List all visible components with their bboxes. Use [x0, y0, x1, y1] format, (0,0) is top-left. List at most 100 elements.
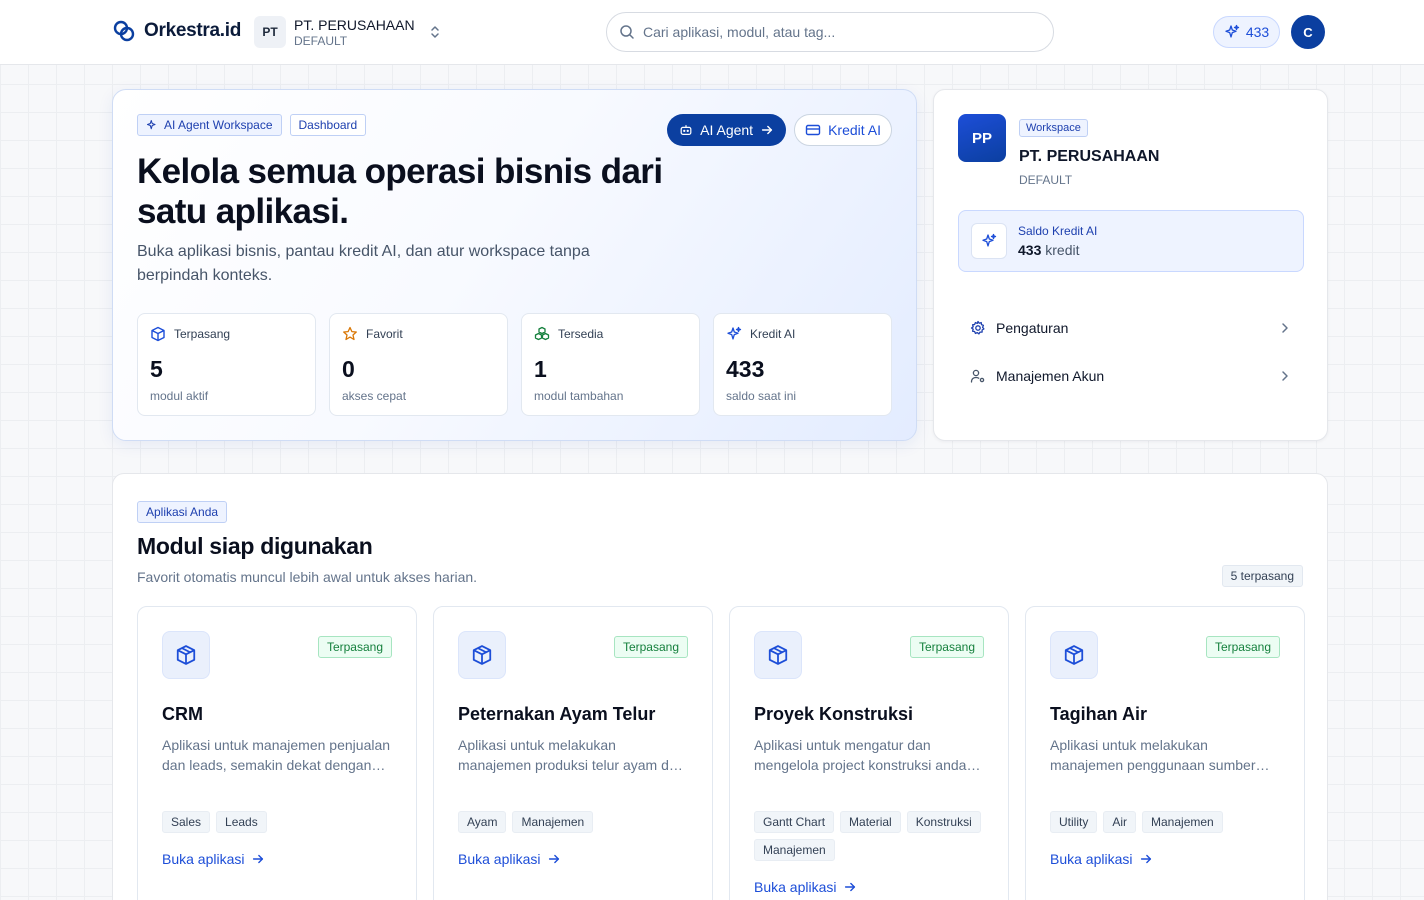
app-icon	[1050, 631, 1098, 679]
kredit-ai-button[interactable]: Kredit AI	[794, 114, 892, 146]
sparkles-icon	[146, 119, 156, 130]
status-badge: Terpasang	[613, 636, 688, 658]
box-icon	[176, 645, 196, 665]
search-input[interactable]	[643, 24, 1053, 40]
ai-agent-workspace-tag: AI Agent Workspace	[137, 114, 282, 136]
stat-tersedia: Tersedia 1 modul tambahan	[521, 313, 700, 416]
box-icon	[472, 645, 492, 665]
chevron-right-icon	[1282, 323, 1288, 333]
dashboard-tag: Dashboard	[289, 114, 367, 136]
app-tags: Utility Air Manajemen	[1050, 811, 1290, 833]
chevron-right-icon	[1282, 371, 1288, 381]
open-app-link[interactable]: Buka aplikasi	[458, 851, 561, 867]
app-card-crm[interactable]: Terpasang CRM Aplikasi untuk manajemen p…	[137, 606, 417, 900]
star-icon	[343, 326, 357, 341]
app-cards: Terpasang CRM Aplikasi untuk manajemen p…	[137, 606, 1305, 900]
installed-count-badge: 5 terpasang	[1221, 565, 1303, 587]
search-box[interactable]	[606, 12, 1054, 52]
ai-agent-button[interactable]: AI Agent	[667, 114, 787, 146]
org-switcher[interactable]: PT PT. PERUSAHAAN DEFAULT	[254, 16, 441, 48]
credit-count: 433	[1245, 24, 1270, 40]
workspace-avatar: PP	[958, 114, 1006, 162]
credit-label: Saldo Kredit AI	[1018, 224, 1098, 238]
hero-subtitle: Buka aplikasi bisnis, pantau kredit AI, …	[137, 243, 590, 284]
sparkles-icon	[982, 233, 997, 247]
box-icon	[768, 645, 788, 665]
status-badge: Terpasang	[1205, 636, 1280, 658]
menu-item-manajemen-akun[interactable]: Manajemen Akun	[958, 352, 1304, 400]
credit-balance-box: Saldo Kredit AI 433 kredit	[958, 210, 1304, 272]
apps-section: Aplikasi Anda Modul siap digunakan Favor…	[112, 473, 1328, 900]
stat-favorit: Favorit 0 akses cepat	[329, 313, 508, 416]
app-tags: Ayam Manajemen	[458, 811, 698, 833]
stat-value: 433	[726, 356, 765, 382]
app-tags: Sales Leads	[162, 811, 402, 833]
stat-kredit-ai: Kredit AI 433 saldo saat ini	[713, 313, 892, 416]
chevrons-up-down-icon	[430, 26, 439, 38]
credit-card-icon	[805, 124, 821, 136]
workspace-tag: Workspace	[1019, 119, 1088, 137]
arrow-right-icon	[762, 125, 773, 135]
status-badge: Terpasang	[909, 636, 984, 658]
app-title: Peternakan Ayam Telur	[458, 704, 656, 724]
tag-chip: Material	[840, 811, 901, 833]
box-icon	[1064, 645, 1084, 665]
app-icon	[458, 631, 506, 679]
brand-logo[interactable]: Orkestra.id	[112, 19, 241, 43]
app-description: Aplikasi untuk melakukan manajemen pengg…	[1050, 737, 1256, 773]
app-card-proyek-konstruksi[interactable]: Terpasang Proyek Konstruksi Aplikasi unt…	[729, 606, 1009, 900]
menu-item-pengaturan[interactable]: Pengaturan	[958, 304, 1304, 352]
gear-icon	[970, 320, 985, 335]
app-title: Tagihan Air	[1050, 704, 1148, 724]
orkestra-logo-icon	[113, 20, 135, 42]
app-card-peternakan-ayam-telur[interactable]: Terpasang Peternakan Ayam Telur Aplikasi…	[433, 606, 713, 900]
credit-value: 433 kredit	[1018, 242, 1080, 258]
stat-caption: modul aktif	[150, 389, 209, 403]
stat-caption: modul tambahan	[534, 389, 624, 403]
app-description: Aplikasi untuk mengatur dan mengelola pr…	[754, 737, 967, 773]
open-app-link[interactable]: Buka aplikasi	[162, 851, 265, 867]
tag-chip: Manajemen	[754, 839, 835, 861]
hero-title: Kelola semua operasi bisnis dari satu ap…	[137, 152, 663, 231]
top-bar: Orkestra.id PT PT. PERUSAHAAN DEFAULT 43…	[0, 0, 1424, 65]
credit-balance-button[interactable]: 433	[1213, 16, 1280, 48]
brand-name: Orkestra.id	[144, 20, 242, 41]
tag-chip: Konstruksi	[906, 811, 981, 833]
app-card-tagihan-air[interactable]: Terpasang Tagihan Air Aplikasi untuk mel…	[1025, 606, 1305, 900]
status-badge: Terpasang	[317, 636, 392, 658]
tag-chip: Utility	[1050, 811, 1098, 833]
workspace-card: PP Workspace PT. PERUSAHAAN DEFAULT Sald…	[933, 89, 1328, 441]
app-tags: Gantt Chart Material Konstruksi Manajeme…	[754, 811, 994, 861]
search-icon	[620, 25, 634, 39]
app-icon	[162, 631, 210, 679]
workspace-plan: DEFAULT	[1019, 173, 1073, 187]
stat-caption: saldo saat ini	[726, 389, 797, 403]
app-description: Aplikasi untuk melakukan manajemen produ…	[458, 737, 685, 773]
tag-chip: Manajemen	[1142, 811, 1223, 833]
arrow-right-icon	[844, 882, 855, 892]
apps-title: Modul siap digunakan	[137, 533, 373, 559]
boxes-icon	[534, 326, 550, 341]
arrow-right-icon	[548, 854, 559, 864]
stat-value: 0	[342, 356, 355, 382]
hero-card: AI Agent Workspace Dashboard AI Agent Kr…	[112, 89, 917, 441]
stat-value: 5	[150, 356, 163, 382]
open-app-link[interactable]: Buka aplikasi	[754, 879, 857, 895]
workspace-name: PT. PERUSAHAAN	[1019, 148, 1160, 165]
apps-subtitle: Favorit otomatis muncul lebih awal untuk…	[137, 569, 478, 585]
user-cog-icon	[970, 369, 985, 383]
apps-tag: Aplikasi Anda	[137, 501, 228, 523]
app-icon	[754, 631, 802, 679]
app-description: Aplikasi untuk manajemen penjualan dan l…	[162, 737, 391, 773]
org-name: PT. PERUSAHAAN	[294, 16, 415, 33]
stat-terpasang: Terpasang 5 modul aktif	[137, 313, 316, 416]
stat-caption: akses cepat	[342, 389, 407, 403]
box-icon	[151, 326, 165, 342]
credit-icon-box	[971, 223, 1007, 259]
open-app-link[interactable]: Buka aplikasi	[1050, 851, 1153, 867]
tag-chip: Gantt Chart	[754, 811, 835, 833]
org-plan: DEFAULT	[294, 33, 348, 48]
user-avatar[interactable]: C	[1291, 15, 1325, 49]
tag-chip: Leads	[216, 811, 267, 833]
app-title: Proyek Konstruksi	[754, 704, 914, 724]
